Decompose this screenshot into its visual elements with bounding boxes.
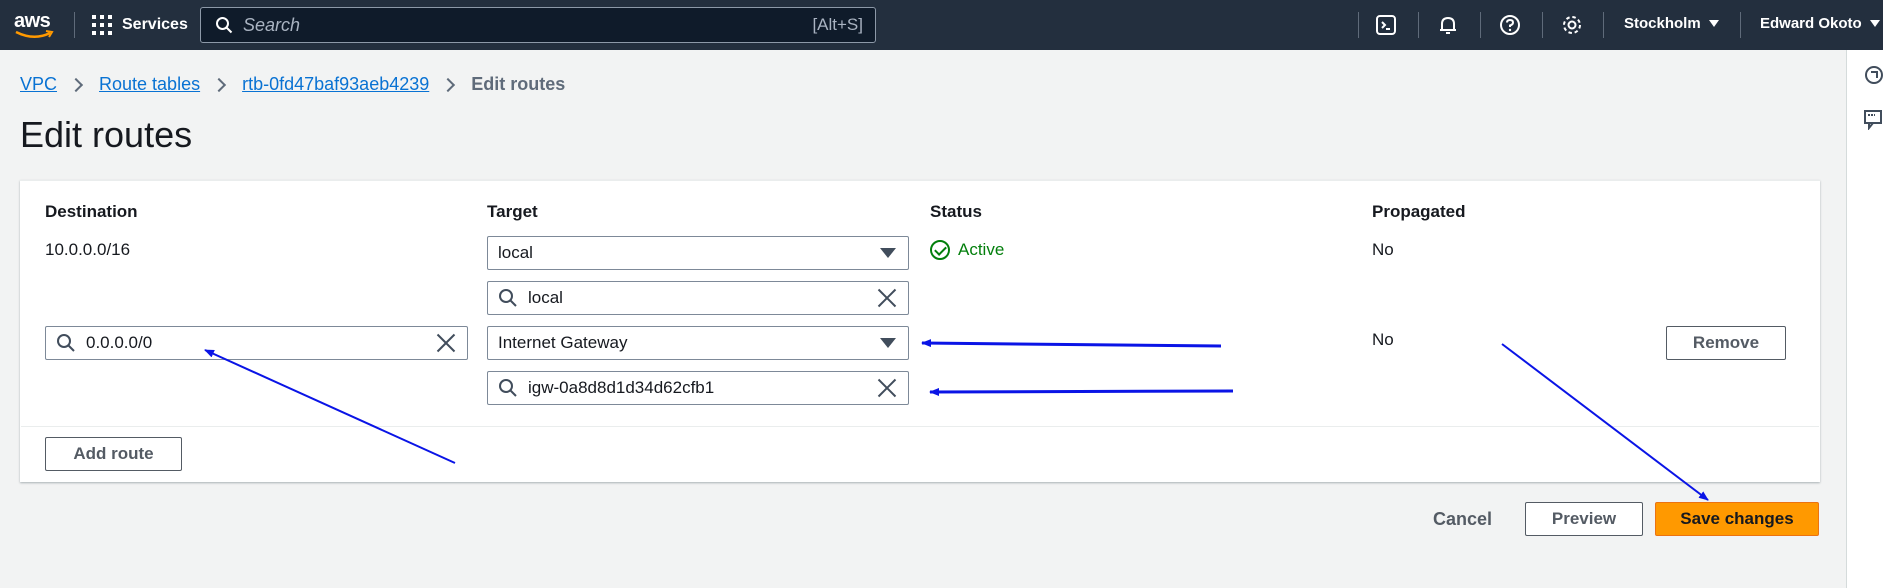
preview-button[interactable]: Preview	[1525, 502, 1643, 536]
target-type-select-2[interactable]: Internet Gateway	[487, 326, 909, 360]
caret-down-icon	[1708, 20, 1719, 27]
services-label: Services	[122, 16, 188, 33]
add-route-button[interactable]: Add route	[45, 437, 182, 471]
status-active: Active	[930, 240, 1004, 260]
clear-icon[interactable]	[435, 332, 457, 354]
region-label: Stockholm	[1624, 15, 1701, 32]
column-header-destination: Destination	[45, 202, 138, 221]
nav-divider	[1480, 12, 1481, 38]
nav-divider	[74, 12, 75, 38]
search-input[interactable]: Search [Alt+S]	[200, 7, 876, 43]
info-panel-icon[interactable]	[1863, 64, 1883, 86]
clear-icon[interactable]	[876, 377, 898, 399]
route-destination-1: 10.0.0.0/16	[45, 240, 131, 259]
breadcrumb-vpc-link[interactable]: VPC	[20, 74, 57, 95]
aws-smile-icon	[15, 30, 54, 38]
column-header-status: Status	[930, 202, 982, 221]
chevron-right-icon	[441, 77, 456, 92]
user-name: Edward Okoto	[1760, 15, 1862, 32]
clear-icon[interactable]	[876, 287, 898, 309]
caret-down-icon	[880, 338, 896, 348]
breadcrumb-current: Edit routes	[471, 74, 566, 94]
notifications-icon[interactable]	[1437, 14, 1459, 36]
settings-icon[interactable]	[1561, 14, 1583, 36]
column-header-target: Target	[487, 202, 538, 221]
save-changes-button[interactable]: Save changes	[1655, 502, 1819, 536]
column-header-propagated: Propagated	[1372, 202, 1466, 221]
status-text-1: Active	[958, 240, 1005, 259]
card-divider	[21, 426, 1819, 427]
target-value-input-1[interactable]: local	[487, 281, 909, 315]
target-value-1: local	[528, 288, 563, 307]
page-title: Edit routes	[20, 114, 193, 155]
destination-input-2[interactable]: 0.0.0.0/0	[45, 326, 468, 360]
services-grid-icon	[92, 15, 112, 35]
chevron-right-icon	[212, 77, 227, 92]
side-rail	[1846, 50, 1883, 588]
nav-divider	[1358, 12, 1359, 38]
search-icon	[499, 379, 517, 397]
cancel-button[interactable]: Cancel	[1433, 509, 1492, 530]
caret-down-icon	[880, 248, 896, 258]
route-propagated-2: No	[1372, 330, 1394, 349]
chevron-right-icon	[68, 77, 84, 92]
top-navigation: aws Services Search [Alt+S] Stockholm Ed…	[0, 0, 1883, 50]
route-propagated-1: No	[1372, 240, 1394, 259]
remove-route-button[interactable]: Remove	[1666, 326, 1786, 360]
caret-down-icon	[1869, 20, 1880, 27]
check-circle-icon	[930, 240, 950, 260]
nav-divider	[1542, 12, 1543, 38]
cloudshell-icon[interactable]	[1375, 14, 1397, 36]
destination-value-2: 0.0.0.0/0	[86, 333, 153, 352]
feedback-icon[interactable]	[1863, 108, 1883, 130]
breadcrumb-route-table-id-link[interactable]: rtb-0fd47baf93aeb4239	[242, 74, 429, 95]
search-placeholder: Search	[243, 14, 301, 35]
target-value-2: igw-0a8d8d1d34d62cfb1	[528, 378, 715, 397]
nav-divider	[1740, 12, 1741, 38]
target-type-value-2: Internet Gateway	[498, 333, 628, 352]
breadcrumb: VPC Route tables rtb-0fd47baf93aeb4239 E…	[20, 74, 565, 95]
aws-logo[interactable]: aws	[14, 8, 56, 42]
search-icon	[216, 17, 233, 34]
target-type-value-1: local	[498, 243, 533, 262]
services-menu-button[interactable]: Services	[92, 13, 188, 37]
breadcrumb-route-tables-link[interactable]: Route tables	[99, 74, 200, 95]
nav-divider	[1603, 12, 1604, 38]
region-selector[interactable]: Stockholm	[1624, 15, 1719, 32]
target-type-select-1[interactable]: local	[487, 236, 909, 270]
search-shortcut: [Alt+S]	[812, 15, 863, 34]
nav-divider	[1418, 12, 1419, 38]
help-icon[interactable]	[1499, 14, 1521, 36]
account-menu[interactable]: Edward Okoto	[1760, 15, 1880, 32]
search-icon	[499, 289, 517, 307]
target-value-input-2[interactable]: igw-0a8d8d1d34d62cfb1	[487, 371, 909, 405]
search-icon	[57, 334, 75, 352]
